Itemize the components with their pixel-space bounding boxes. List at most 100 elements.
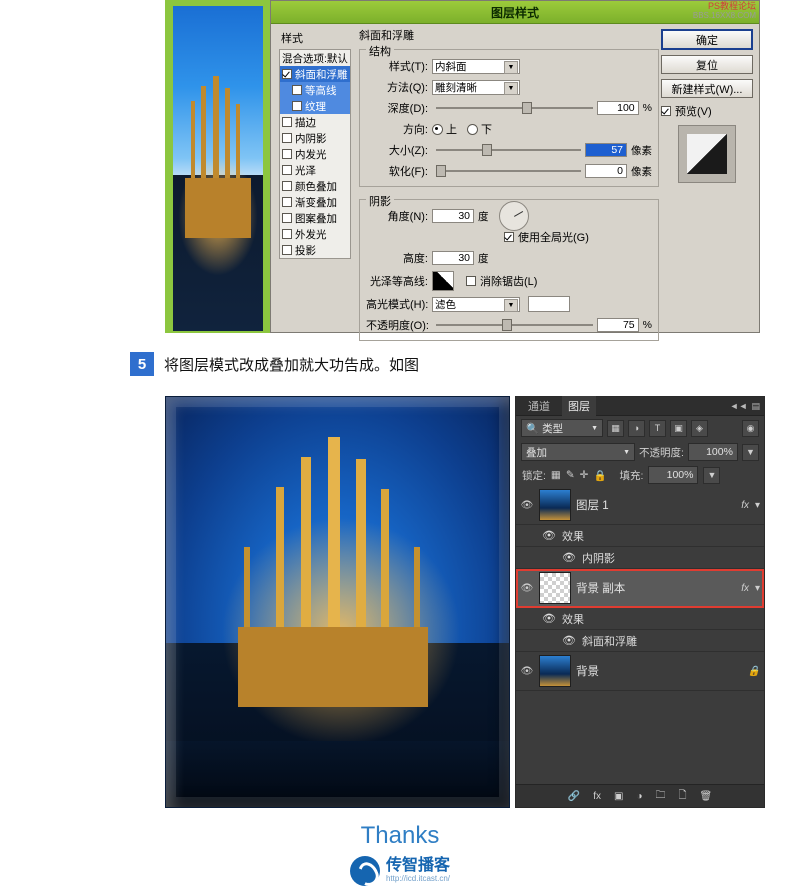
checkbox-icon[interactable] [282, 117, 292, 127]
slider-thumb[interactable] [522, 102, 532, 114]
styles-list[interactable]: 混合选项:默认 斜面和浮雕 等高线 纹理 描边 内阴影 内发光 光泽 颜色叠加 … [279, 49, 351, 259]
checkbox-icon[interactable] [282, 245, 292, 255]
angle-dial[interactable] [498, 201, 529, 231]
layer-name[interactable]: 图层 1 [576, 497, 609, 513]
style-item-gradient-overlay[interactable]: 渐变叠加 [280, 194, 350, 210]
eye-icon[interactable]: 👁 [520, 500, 534, 511]
checkbox-global-light[interactable] [504, 232, 514, 242]
filter-adjustment-icon[interactable]: ◑ [628, 419, 645, 437]
select-style[interactable]: 内斜面 ▼ [432, 58, 520, 74]
ok-button[interactable]: 确定 [661, 29, 753, 50]
checkbox-icon[interactable] [292, 101, 302, 111]
layer-fx-indicator[interactable]: fx ▾ [741, 583, 760, 594]
slider-depth[interactable] [436, 101, 593, 115]
checkbox-icon[interactable] [282, 229, 292, 239]
collapse-icon[interactable]: ◄◄ [730, 401, 748, 412]
checkbox-icon[interactable] [282, 197, 292, 207]
tab-channels[interactable]: 通道 [522, 396, 556, 416]
checkbox-icon[interactable] [282, 213, 292, 223]
input-size[interactable]: 57 [585, 143, 627, 157]
lock-transparent-icon[interactable]: ▦ [551, 469, 561, 481]
input-angle[interactable]: 30 [432, 209, 474, 223]
effects-group-background-copy[interactable]: 👁 效果 [516, 608, 764, 630]
new-style-button[interactable]: 新建样式(W)... [661, 79, 753, 98]
chevron-down-icon[interactable]: ▼ [504, 298, 518, 312]
layer-name[interactable]: 背景 副本 [576, 580, 625, 596]
eye-icon[interactable]: 👁 [520, 583, 534, 594]
style-item-contour[interactable]: 等高线 [280, 82, 350, 98]
adjustment-icon[interactable]: ◑ [636, 791, 642, 802]
input-altitude[interactable]: 30 [432, 251, 474, 265]
delete-icon[interactable]: 🗑 [700, 791, 713, 802]
tab-layers[interactable]: 图层 [562, 396, 596, 416]
style-item-bevel[interactable]: 斜面和浮雕 [280, 66, 350, 82]
style-item-inner-glow[interactable]: 内发光 [280, 146, 350, 162]
layer-name[interactable]: 背景 [576, 663, 599, 679]
mask-icon[interactable]: ▣ [614, 791, 623, 802]
eye-icon[interactable]: 👁 [542, 529, 556, 542]
chevron-down-icon[interactable]: ▼ [504, 60, 518, 74]
slider-thumb[interactable] [482, 144, 492, 156]
style-item-inner-shadow[interactable]: 内阴影 [280, 130, 350, 146]
fx-icon[interactable]: fx [593, 791, 601, 802]
layer-row-background[interactable]: 👁 背景 🔒 [516, 652, 764, 691]
select-technique[interactable]: 雕刻清晰 ▼ [432, 79, 520, 95]
style-item-stroke[interactable]: 描边 [280, 114, 350, 130]
layer-thumbnail[interactable] [539, 655, 571, 687]
expand-chevron-icon[interactable]: ▾ [755, 583, 760, 594]
eye-icon[interactable]: 👁 [542, 612, 556, 625]
slider-thumb[interactable] [436, 165, 446, 177]
filter-pixel-icon[interactable]: ▦ [607, 419, 624, 437]
input-opacity[interactable]: 75 [596, 318, 639, 332]
link-icon[interactable]: 🔗 [568, 791, 580, 802]
filter-shape-icon[interactable]: ▣ [670, 419, 687, 437]
input-soften[interactable]: 0 [585, 164, 627, 178]
slider-size[interactable] [436, 143, 581, 157]
style-item-outer-glow[interactable]: 外发光 [280, 226, 350, 242]
chevron-down-icon[interactable]: ▼ [504, 81, 518, 95]
filter-type-select[interactable]: 🔍 类型 ▼ [521, 419, 603, 437]
checkbox-icon[interactable] [282, 69, 292, 79]
expand-chevron-icon[interactable]: ▾ [755, 500, 760, 511]
slider-thumb[interactable] [502, 319, 512, 331]
input-depth[interactable]: 100 [596, 101, 639, 115]
highlight-color-swatch[interactable] [528, 296, 570, 312]
filter-toggle-icon[interactable]: ◉ [742, 419, 759, 437]
reset-button[interactable]: 复位 [661, 55, 753, 74]
fx-icon[interactable]: fx [741, 583, 749, 594]
opacity-value[interactable]: 100% [687, 443, 738, 461]
checkbox-icon[interactable] [282, 133, 292, 143]
checkbox-icon[interactable] [282, 149, 292, 159]
lock-image-icon[interactable]: ✎ [566, 469, 575, 481]
layer-thumbnail[interactable] [539, 572, 571, 604]
layer-thumbnail[interactable] [539, 489, 571, 521]
filter-type-text-icon[interactable]: T [649, 419, 666, 437]
fill-value[interactable]: 100% [648, 466, 699, 484]
lock-all-icon[interactable]: 🔒 [593, 469, 606, 482]
checkbox-antialias[interactable] [466, 276, 476, 286]
style-item-satin[interactable]: 光泽 [280, 162, 350, 178]
slider-soften[interactable] [436, 164, 581, 178]
checkbox-preview[interactable] [661, 106, 671, 116]
slider-opacity[interactable] [436, 318, 593, 332]
fx-icon[interactable]: fx [741, 500, 749, 511]
radio-up[interactable] [432, 123, 443, 135]
layer-row-layer1[interactable]: 👁 图层 1 fx ▾ [516, 486, 764, 525]
radio-down[interactable] [467, 123, 478, 135]
checkbox-icon[interactable] [282, 165, 292, 175]
filter-smart-object-icon[interactable]: ◈ [691, 419, 708, 437]
style-item-blending[interactable]: 混合选项:默认 [280, 50, 350, 66]
blend-mode-select[interactable]: 叠加 ▼ [521, 443, 635, 461]
effects-group-layer1[interactable]: 👁 效果 [516, 525, 764, 547]
checkbox-icon[interactable] [292, 85, 302, 95]
style-item-drop-shadow[interactable]: 投影 [280, 242, 350, 258]
chevron-down-icon[interactable]: ▼ [586, 425, 598, 432]
panel-menu-icon[interactable]: ▤ [751, 401, 760, 412]
layer-fx-indicator[interactable]: fx ▾ [741, 500, 760, 511]
new-layer-icon[interactable]: 🗋 [678, 788, 686, 805]
gloss-contour-preview[interactable] [432, 271, 454, 291]
fill-chevron-icon[interactable]: ▼ [703, 466, 721, 484]
eye-icon[interactable]: 👁 [520, 666, 534, 677]
chevron-down-icon[interactable]: ▼ [618, 449, 630, 456]
style-item-texture[interactable]: 纹理 [280, 98, 350, 114]
